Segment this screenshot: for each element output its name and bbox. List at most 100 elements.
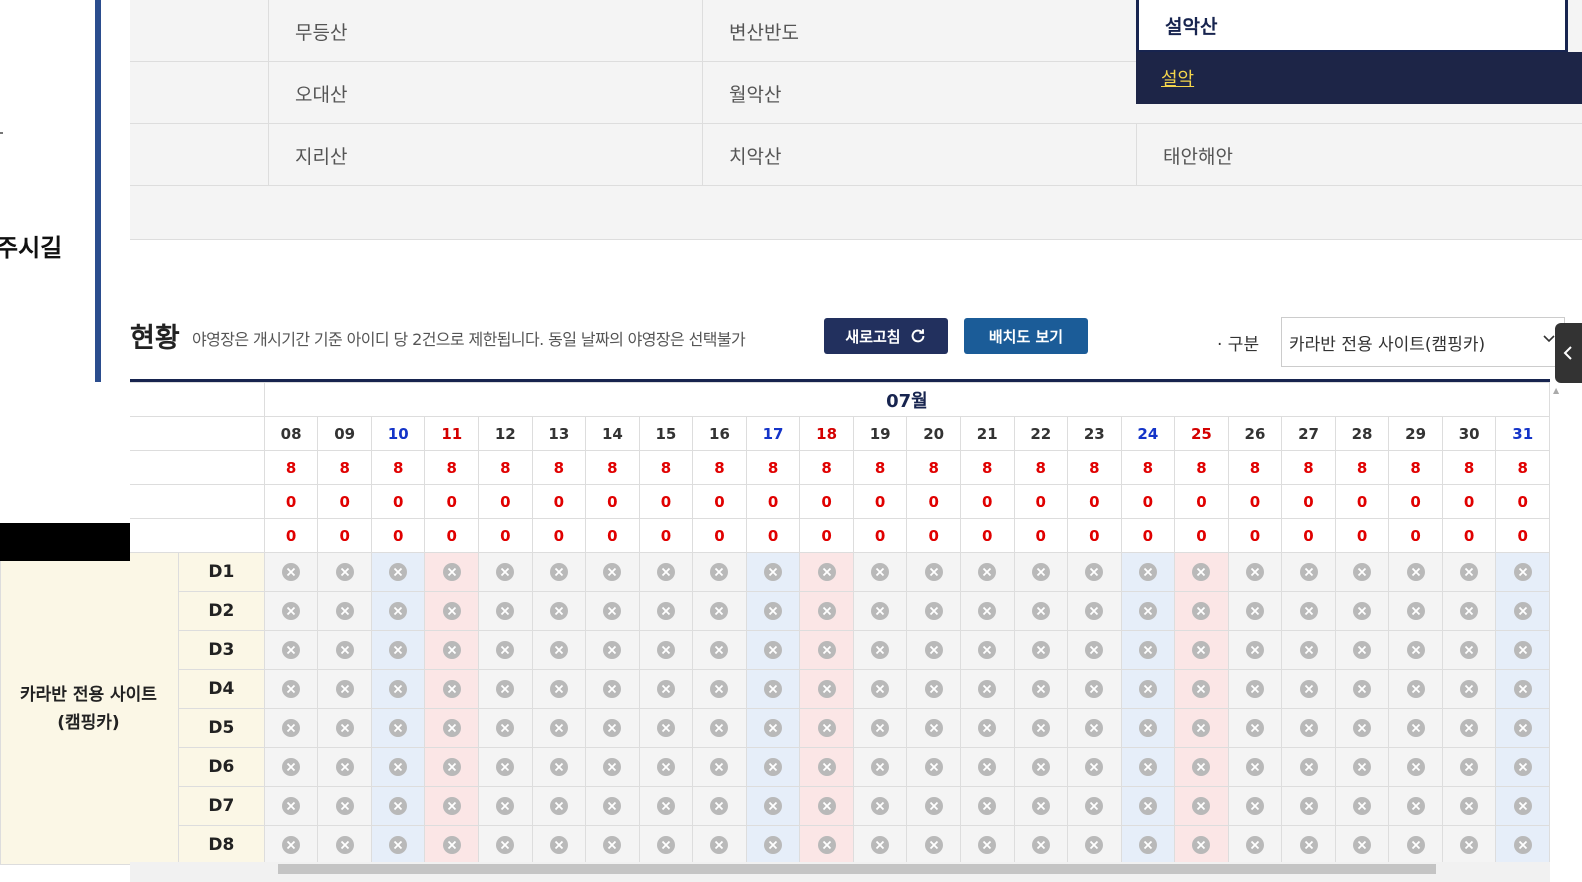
- site-availability-cell[interactable]: [478, 786, 533, 826]
- site-availability-cell[interactable]: [906, 786, 961, 826]
- site-availability-cell[interactable]: [1013, 747, 1069, 787]
- site-availability-cell[interactable]: [1174, 669, 1229, 709]
- site-availability-cell[interactable]: [531, 825, 587, 865]
- site-availability-cell[interactable]: [1334, 552, 1390, 592]
- site-availability-cell[interactable]: [1441, 708, 1497, 748]
- site-availability-cell[interactable]: [692, 630, 747, 670]
- site-availability-cell[interactable]: [424, 825, 480, 865]
- site-availability-cell[interactable]: [370, 669, 426, 709]
- site-availability-cell[interactable]: [692, 786, 747, 826]
- site-availability-cell[interactable]: [424, 552, 480, 592]
- site-availability-cell[interactable]: [1281, 825, 1336, 865]
- park-item[interactable]: 치악산: [702, 124, 1136, 186]
- scroll-up-icon[interactable]: ▲: [1553, 386, 1559, 395]
- site-availability-cell[interactable]: [1281, 708, 1336, 748]
- site-availability-cell[interactable]: [692, 825, 747, 865]
- site-availability-cell[interactable]: [1281, 747, 1336, 787]
- site-availability-cell[interactable]: [317, 825, 372, 865]
- site-availability-cell[interactable]: [1067, 630, 1122, 670]
- site-availability-cell[interactable]: [1227, 786, 1283, 826]
- site-availability-cell[interactable]: [692, 708, 747, 748]
- site-availability-cell[interactable]: [478, 708, 533, 748]
- site-availability-cell[interactable]: [1013, 825, 1069, 865]
- site-availability-cell[interactable]: [852, 552, 908, 592]
- site-availability-cell[interactable]: [1120, 786, 1176, 826]
- site-availability-cell[interactable]: [638, 552, 694, 592]
- site-availability-cell[interactable]: [370, 825, 426, 865]
- site-availability-cell[interactable]: [1441, 552, 1497, 592]
- site-availability-cell[interactable]: [799, 591, 854, 631]
- site-availability-cell[interactable]: [317, 669, 372, 709]
- site-availability-cell[interactable]: [959, 825, 1015, 865]
- site-availability-cell[interactable]: [370, 708, 426, 748]
- site-availability-cell[interactable]: [1174, 825, 1229, 865]
- site-availability-cell[interactable]: [531, 630, 587, 670]
- site-availability-cell[interactable]: [263, 591, 319, 631]
- site-availability-cell[interactable]: [531, 708, 587, 748]
- site-availability-cell[interactable]: [1334, 747, 1390, 787]
- site-availability-cell[interactable]: [638, 825, 694, 865]
- site-availability-cell[interactable]: [478, 669, 533, 709]
- site-availability-cell[interactable]: [1441, 630, 1497, 670]
- site-availability-cell[interactable]: [585, 591, 640, 631]
- site-availability-cell[interactable]: [531, 747, 587, 787]
- site-availability-cell[interactable]: [1174, 786, 1229, 826]
- site-availability-cell[interactable]: [585, 747, 640, 787]
- site-availability-cell[interactable]: [1495, 825, 1550, 865]
- site-availability-cell[interactable]: [1441, 747, 1497, 787]
- site-availability-cell[interactable]: [424, 708, 480, 748]
- site-availability-cell[interactable]: [1227, 591, 1283, 631]
- site-availability-cell[interactable]: [1067, 552, 1122, 592]
- site-availability-cell[interactable]: [1067, 591, 1122, 631]
- site-availability-cell[interactable]: [1067, 747, 1122, 787]
- site-availability-cell[interactable]: [1067, 825, 1122, 865]
- site-availability-cell[interactable]: [1495, 591, 1550, 631]
- site-availability-cell[interactable]: [1388, 747, 1443, 787]
- site-availability-cell[interactable]: [370, 630, 426, 670]
- site-availability-cell[interactable]: [1227, 747, 1283, 787]
- site-availability-cell[interactable]: [478, 552, 533, 592]
- site-availability-cell[interactable]: [1067, 708, 1122, 748]
- site-availability-cell[interactable]: [1013, 630, 1069, 670]
- site-availability-cell[interactable]: [745, 630, 801, 670]
- site-availability-cell[interactable]: [852, 630, 908, 670]
- site-availability-cell[interactable]: [1067, 669, 1122, 709]
- site-availability-cell[interactable]: [852, 669, 908, 709]
- site-availability-cell[interactable]: [1174, 630, 1229, 670]
- site-availability-cell[interactable]: [1120, 708, 1176, 748]
- site-availability-cell[interactable]: [638, 786, 694, 826]
- site-availability-cell[interactable]: [1174, 552, 1229, 592]
- site-availability-cell[interactable]: [906, 708, 961, 748]
- site-availability-cell[interactable]: [745, 669, 801, 709]
- site-availability-cell[interactable]: [852, 591, 908, 631]
- layout-view-button[interactable]: 배치도 보기: [964, 318, 1088, 354]
- site-availability-cell[interactable]: [370, 552, 426, 592]
- site-availability-cell[interactable]: [1334, 786, 1390, 826]
- park-item[interactable]: 월악산: [702, 62, 1136, 124]
- site-availability-cell[interactable]: [852, 708, 908, 748]
- site-availability-cell[interactable]: [1281, 591, 1336, 631]
- site-availability-cell[interactable]: [852, 786, 908, 826]
- site-availability-cell[interactable]: [1013, 708, 1069, 748]
- site-availability-cell[interactable]: [1281, 630, 1336, 670]
- site-availability-cell[interactable]: [959, 630, 1015, 670]
- site-availability-cell[interactable]: [1495, 747, 1550, 787]
- site-availability-cell[interactable]: [424, 630, 480, 670]
- site-availability-cell[interactable]: [959, 591, 1015, 631]
- site-availability-cell[interactable]: [745, 591, 801, 631]
- site-availability-cell[interactable]: [638, 747, 694, 787]
- park-item-active[interactable]: 설악산: [1136, 0, 1568, 53]
- site-availability-cell[interactable]: [1120, 669, 1176, 709]
- site-availability-cell[interactable]: [317, 630, 372, 670]
- site-availability-cell[interactable]: [1174, 708, 1229, 748]
- site-availability-cell[interactable]: [1013, 786, 1069, 826]
- site-availability-cell[interactable]: [585, 552, 640, 592]
- sub-menu-item[interactable]: 설악: [1161, 65, 1194, 91]
- site-availability-cell[interactable]: [1441, 669, 1497, 709]
- site-availability-cell[interactable]: [906, 591, 961, 631]
- site-availability-cell[interactable]: [959, 708, 1015, 748]
- horizontal-scrollbar[interactable]: [130, 862, 1550, 882]
- site-availability-cell[interactable]: [585, 669, 640, 709]
- park-item[interactable]: 오대산: [268, 62, 702, 124]
- site-availability-cell[interactable]: [263, 786, 319, 826]
